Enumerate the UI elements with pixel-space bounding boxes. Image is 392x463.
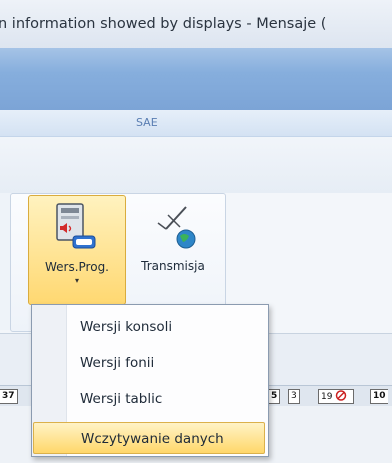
menu-item-wersji-konsoli[interactable]: Wersji konsoli (68, 311, 264, 343)
status-cell: 3 (288, 389, 300, 404)
status-cell: 19 (318, 389, 354, 404)
transmisja-button[interactable]: Transmisja (126, 195, 220, 295)
wers-prog-dropdown-menu: Wersji konsoli Wersji fonii Wersji tabli… (31, 304, 269, 457)
transmisja-label: Transmisja (141, 259, 205, 273)
title-bar: n information showed by displays - Mensa… (0, 0, 392, 49)
status-cell-value: 19 (321, 392, 333, 402)
context-tab-band: SAE (0, 110, 392, 137)
satellite-transmission-icon (157, 206, 196, 249)
window-title: n information showed by displays - Mensa… (0, 16, 327, 32)
wers-prog-button[interactable]: Wers.Prog. ▾ (28, 195, 126, 305)
program-version-icon (56, 203, 96, 249)
wers-prog-label: Wers.Prog. (44, 260, 109, 274)
chevron-down-icon: ▾ (74, 276, 79, 285)
status-cell: 37 (0, 389, 18, 404)
menu-item-wersji-tablic[interactable]: Wersji tablic (68, 383, 264, 415)
menu-item-wersji-fonii[interactable]: Wersji fonii (68, 347, 264, 379)
no-signal-icon (336, 390, 347, 401)
ribbon-header (0, 137, 392, 194)
menu-item-wczytywanie-danych[interactable]: Wczytywanie danych (33, 422, 265, 454)
context-tab-sae[interactable]: SAE (136, 116, 158, 129)
status-cell: 5 (268, 389, 281, 404)
ribbon-tab-strip (0, 48, 392, 111)
status-cell: 10 (370, 389, 388, 404)
